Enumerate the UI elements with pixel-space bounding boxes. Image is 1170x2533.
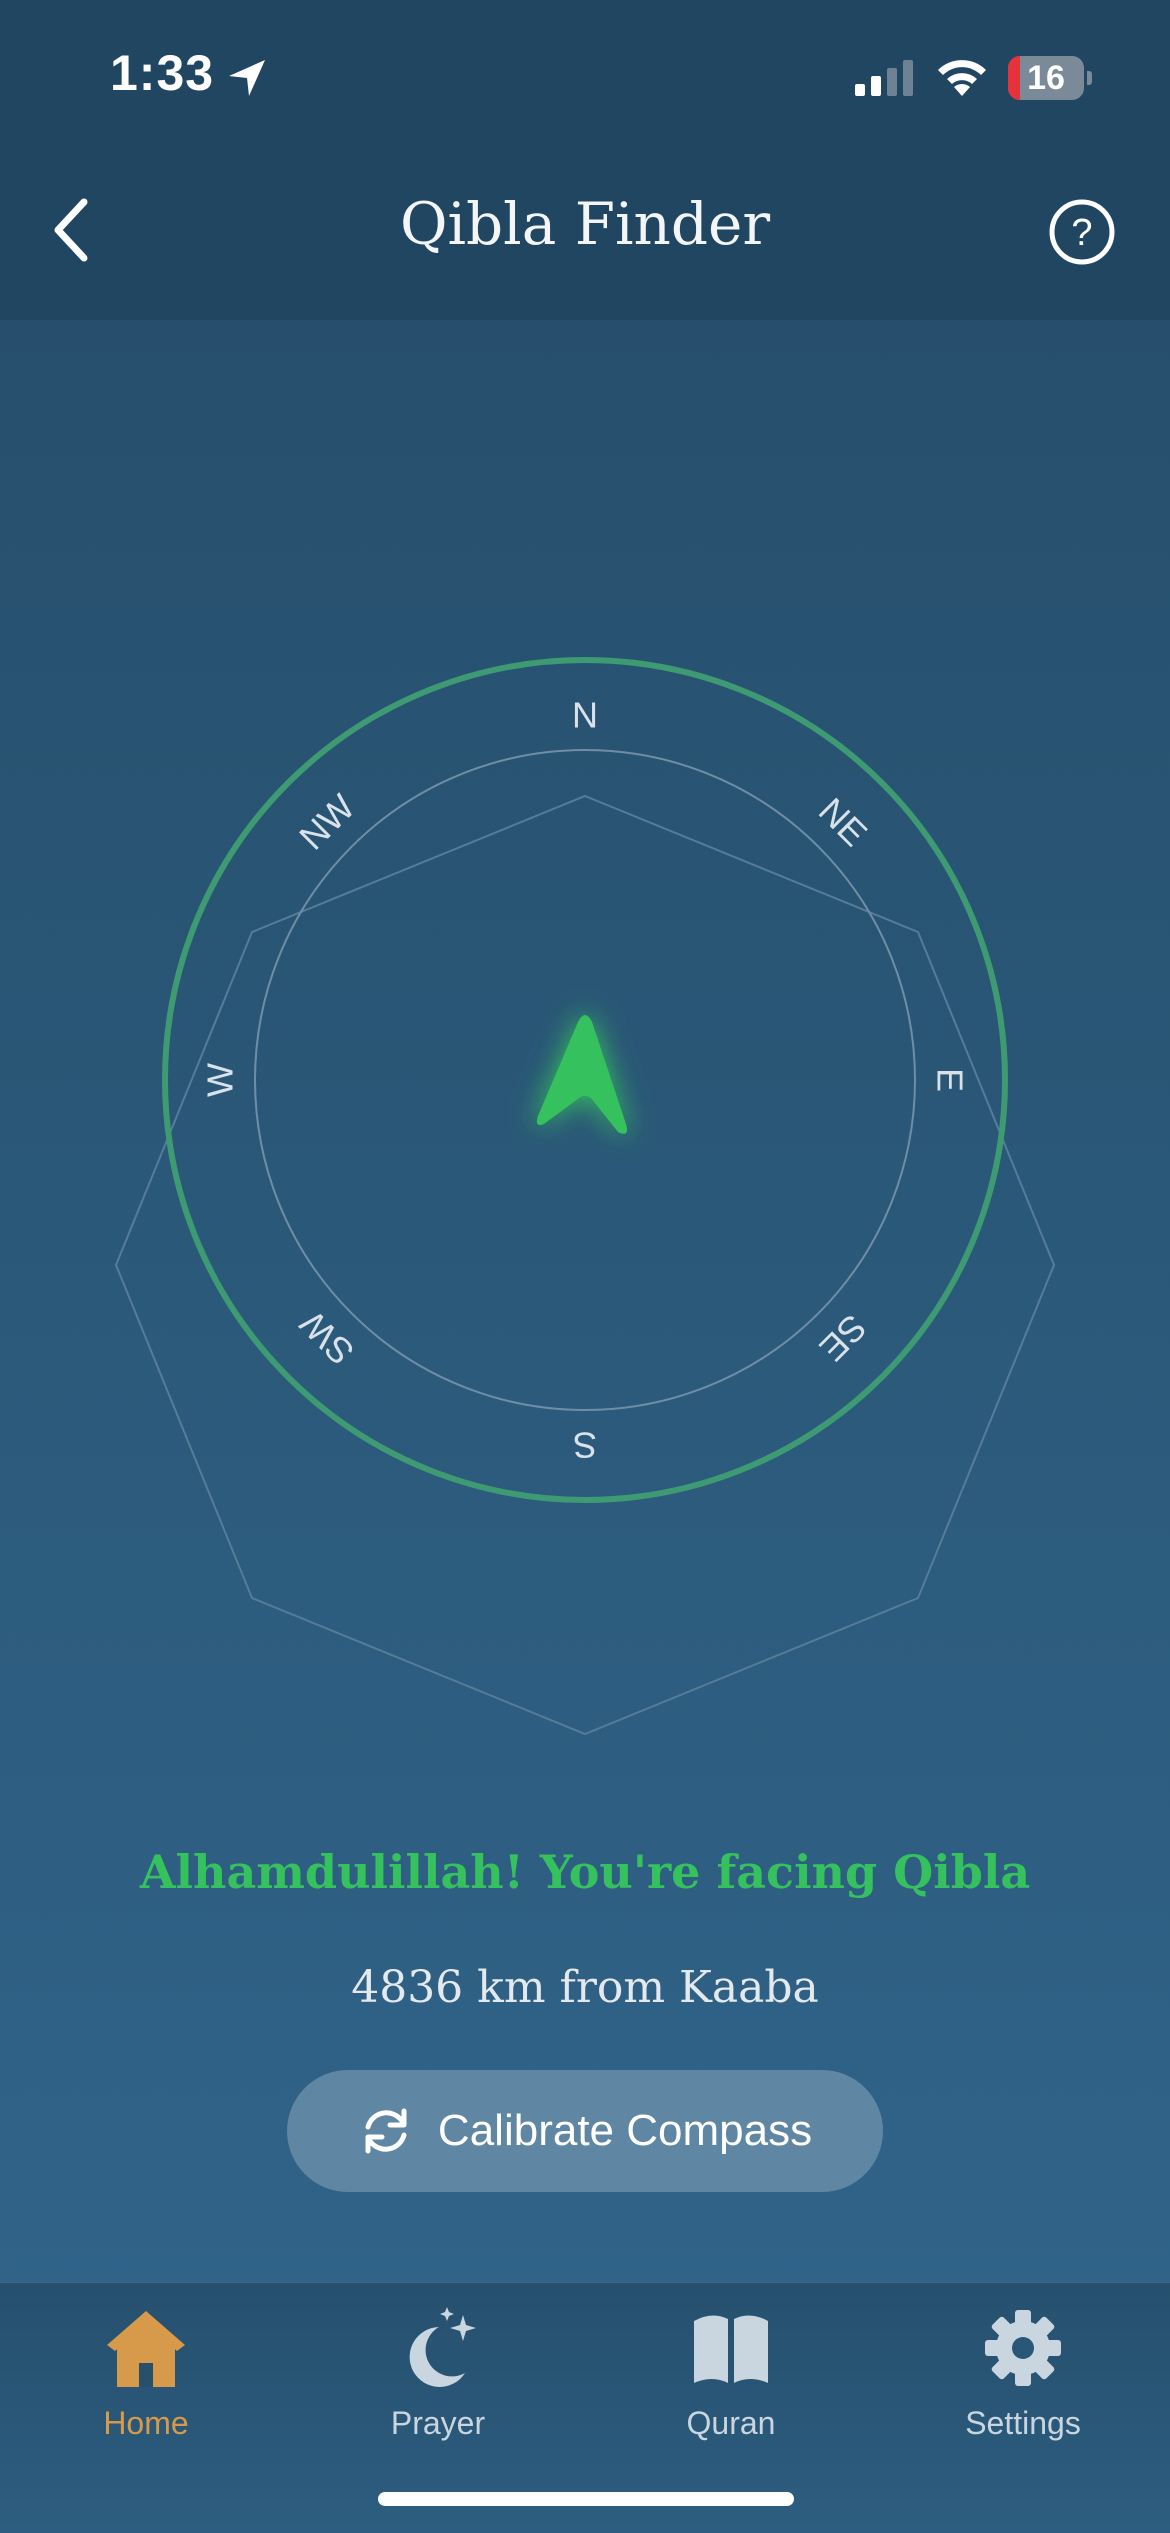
book-open-icon	[694, 2315, 768, 2383]
status-time: 1:33	[110, 45, 215, 101]
top-bar: 1:33 16 Qibla Finder ?	[0, 0, 1170, 320]
battery-level: 16	[1027, 59, 1065, 97]
tab-settings-label: Settings	[965, 2405, 1081, 2441]
page-title: Qibla Finder	[399, 190, 771, 258]
help-button[interactable]: ?	[1048, 198, 1116, 266]
tab-settings[interactable]: Settings	[923, 2283, 1123, 2463]
qibla-compass: NNEESESSWWNW	[114, 657, 1056, 1736]
qibla-arrow-icon	[536, 1015, 627, 1134]
tab-prayer[interactable]: Prayer	[338, 2283, 538, 2463]
home-indicator	[378, 2492, 794, 2506]
distance-to-kaaba: 4836 km from Kaaba	[351, 1962, 819, 2013]
battery-indicator: 16	[1008, 56, 1092, 100]
refresh-icon	[365, 2108, 407, 2154]
gear-icon	[985, 2310, 1061, 2386]
compass-label-w: W	[200, 1063, 241, 1097]
location-arrow-icon	[229, 60, 265, 96]
moon-stars-icon	[409, 2307, 476, 2387]
tab-quran[interactable]: Quran	[631, 2283, 831, 2463]
compass-label-e: E	[930, 1068, 971, 1092]
calibrate-compass-label: Calibrate Compass	[437, 2106, 813, 2155]
svg-text:?: ?	[1071, 212, 1092, 254]
qibla-status-message: Alhamdulillah! You're facing Qibla	[139, 1845, 1031, 1899]
tab-prayer-label: Prayer	[390, 2405, 486, 2441]
home-icon	[107, 2311, 185, 2387]
tab-home-label: Home	[103, 2405, 189, 2441]
tab-home[interactable]: Home	[46, 2283, 246, 2463]
question-circle-icon: ?	[1049, 199, 1115, 265]
cellular-signal-icon	[855, 60, 913, 96]
compass-label-s: S	[573, 1425, 597, 1466]
tab-quran-label: Quran	[686, 2405, 776, 2441]
compass-label-se: SE	[812, 1307, 875, 1370]
wifi-icon	[938, 60, 986, 96]
calibrate-compass-button[interactable]: Calibrate Compass	[287, 2070, 883, 2192]
compass-label-ne: NE	[811, 790, 875, 854]
compass-octagon	[114, 794, 1056, 1736]
compass-label-n: N	[572, 695, 598, 736]
